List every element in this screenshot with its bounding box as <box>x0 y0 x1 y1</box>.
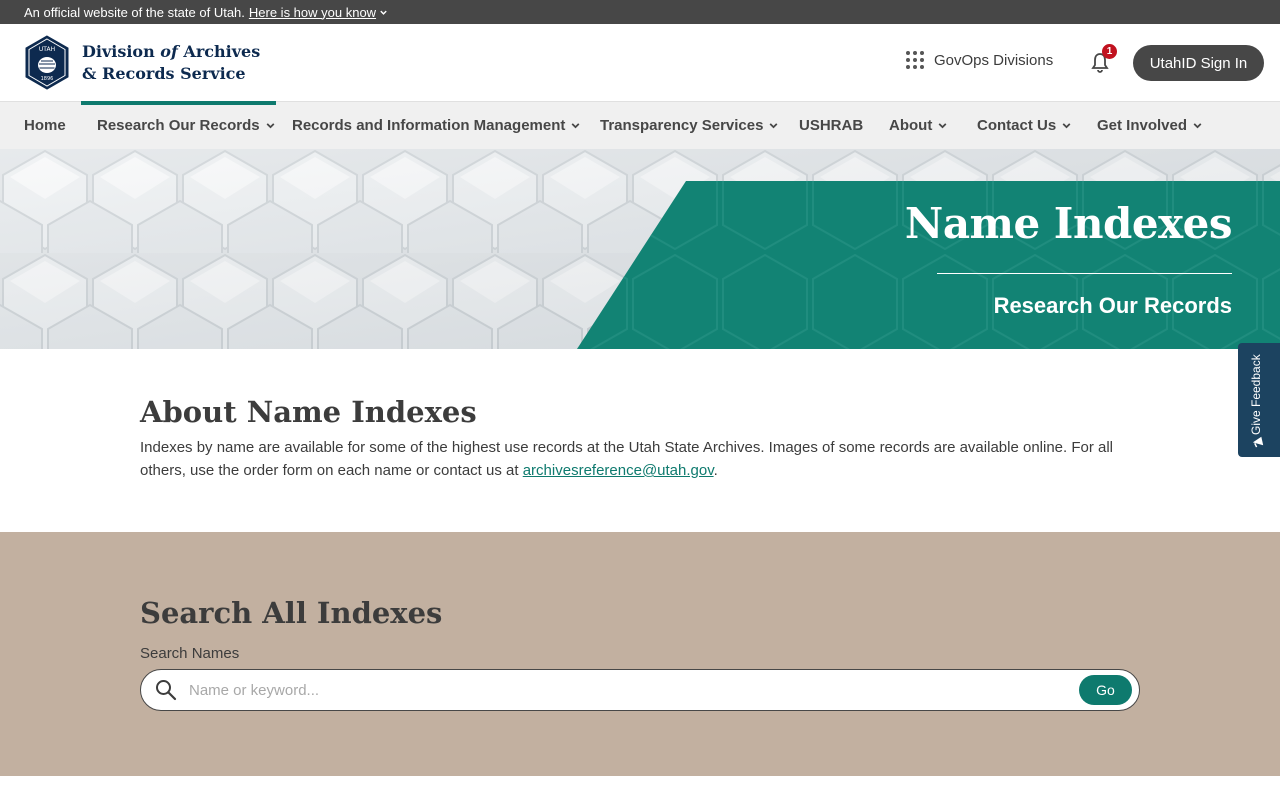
govops-divisions-button[interactable]: GovOps Divisions <box>906 51 1053 69</box>
official-banner: An official website of the state of Utah… <box>0 0 1280 24</box>
hero-breadcrumb-section[interactable]: Research Our Records <box>994 293 1232 319</box>
notification-count-badge: 1 <box>1102 44 1117 59</box>
nav-item-ushrab[interactable]: USHRAB <box>799 101 863 149</box>
about-body-end: . <box>713 462 718 479</box>
chevron-down-icon <box>571 122 580 128</box>
nav-label: About <box>889 116 933 134</box>
utahid-sign-in-button[interactable]: UtahID Sign In <box>1133 45 1264 81</box>
site-logo-text[interactable]: Division of Archives & Records Service <box>82 41 260 85</box>
nav-label: Records and Information Management <box>292 116 566 134</box>
logo-line-1: Division of Archives <box>82 42 261 61</box>
megaphone-icon <box>1252 436 1264 448</box>
nav-item-research-our-records[interactable]: Research Our Records <box>97 101 276 149</box>
chevron-down-icon <box>770 122 778 128</box>
give-feedback-tab[interactable]: Give Feedback <box>1238 343 1280 457</box>
chevron-down-icon <box>938 122 947 128</box>
search-heading: Search All Indexes <box>140 596 443 630</box>
hero-divider <box>937 273 1232 274</box>
official-banner-text: An official website of the state of Utah… <box>24 4 245 20</box>
nav-label: Home <box>24 116 66 134</box>
utah-seal-logo[interactable]: UTAH 1896 <box>24 35 70 90</box>
give-feedback-label: Give Feedback <box>1249 354 1263 435</box>
grid-dots-icon <box>906 51 924 69</box>
nav-item-about[interactable]: About <box>889 101 948 149</box>
chevron-down-icon <box>1062 122 1071 128</box>
hexagon-pattern-background <box>0 149 1280 349</box>
govops-divisions-label: GovOps Divisions <box>934 51 1054 69</box>
go-button[interactable]: Go <box>1079 675 1132 705</box>
nav-label: USHRAB <box>799 116 864 134</box>
search-icon <box>156 680 177 701</box>
seal-text-top: UTAH <box>39 46 55 53</box>
about-heading: About Name Indexes <box>140 395 477 429</box>
search-names-label: Search Names <box>140 645 240 662</box>
how-you-know-label: Here is how you know <box>248 4 377 20</box>
nav-item-home[interactable]: Home <box>24 101 66 149</box>
seal-text-bottom: 1896 <box>41 76 54 82</box>
nav-item-get-involved[interactable]: Get Involved <box>1097 101 1203 149</box>
page-title: Name Indexes <box>904 199 1233 248</box>
nav-item-records-information-management[interactable]: Records and Information Management <box>292 101 581 149</box>
chevron-down-icon <box>1193 122 1202 128</box>
search-input[interactable] <box>189 678 1059 702</box>
how-you-know-link[interactable]: Here is how you know <box>249 5 388 20</box>
nav-label: Get Involved <box>1097 116 1188 134</box>
chevron-down-icon <box>380 10 387 15</box>
nav-label: Contact Us <box>977 116 1057 134</box>
about-description: Indexes by name are available for some o… <box>140 436 1130 482</box>
reference-email-link[interactable]: archivesreference@utah.gov <box>523 462 714 479</box>
nav-label: Transparency Services <box>600 116 764 134</box>
site-header: UTAH 1896 Division of Archives & Records… <box>0 24 1280 102</box>
nav-label: Research Our Records <box>97 116 260 134</box>
logo-line-2: & Records Service <box>82 64 246 83</box>
chevron-down-icon <box>266 122 275 128</box>
hero-banner: Name Indexes Research Our Records <box>0 149 1280 349</box>
nav-item-contact-us[interactable]: Contact Us <box>977 101 1072 149</box>
nav-item-transparency-services[interactable]: Transparency Services <box>600 101 779 149</box>
